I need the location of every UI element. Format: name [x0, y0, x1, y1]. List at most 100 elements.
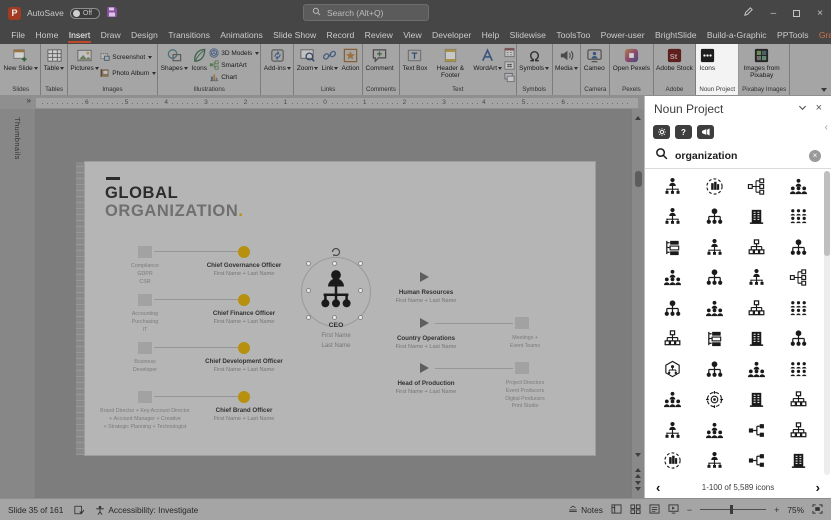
- ribbon-button-text-box[interactable]: Text Box: [401, 45, 429, 85]
- noun-icon-org-bars[interactable]: [735, 324, 777, 355]
- slide-title-line1[interactable]: GLOBAL: [105, 184, 178, 203]
- panel-scroll-thumb[interactable]: [824, 171, 830, 256]
- selection-handle[interactable]: [358, 288, 363, 293]
- zoom-slider[interactable]: [700, 509, 766, 510]
- slide-number-icon[interactable]: [504, 60, 515, 71]
- noun-icon-flow-right[interactable]: [735, 415, 777, 446]
- ribbon-button-smartart[interactable]: SmartArt: [209, 60, 259, 70]
- noun-icon-team-pyramid[interactable]: [777, 171, 819, 202]
- next-page-chevron[interactable]: ›: [816, 481, 820, 494]
- ribbon-button-cameo[interactable]: Cameo: [582, 45, 606, 85]
- ribbon-button-action[interactable]: Action: [340, 45, 361, 85]
- fit-slide-to-window-button[interactable]: [812, 504, 823, 516]
- noun-icon-group-chart[interactable]: [735, 354, 777, 385]
- menu-tab-slide-show[interactable]: Slide Show: [268, 26, 321, 44]
- menu-tab-home[interactable]: Home: [30, 26, 63, 44]
- menu-tab-power-user[interactable]: Power-user: [595, 26, 649, 44]
- noun-icon-org-boxes[interactable]: [735, 232, 777, 263]
- noun-icon-network-tree[interactable]: [693, 202, 735, 233]
- ribbon-button-header-footer[interactable]: Header & Footer: [429, 45, 472, 85]
- menu-tab-build-a-graphic[interactable]: Build-a-Graphic: [702, 26, 772, 44]
- ribbon-button-icons[interactable]: Icons: [697, 45, 717, 85]
- noun-icon-people-network[interactable]: [777, 293, 819, 324]
- help-button[interactable]: ?: [675, 125, 692, 139]
- scroll-down-arrow[interactable]: [635, 453, 641, 460]
- ribbon-button-symbols[interactable]: Symbols: [518, 45, 551, 85]
- menu-tab-animations[interactable]: Animations: [215, 26, 268, 44]
- selection-handle[interactable]: [306, 261, 311, 266]
- officer-title[interactable]: Chief Governance Officer: [184, 262, 304, 269]
- noun-icon-growth-team[interactable]: [651, 385, 693, 416]
- next-slide-button-2[interactable]: [635, 487, 641, 494]
- team-box[interactable]: [515, 317, 529, 329]
- ribbon-button-adobe-stock[interactable]: StAdobe Stock: [655, 45, 695, 85]
- menu-tab-slidewise[interactable]: Slidewise: [504, 26, 551, 44]
- menu-tab-draw[interactable]: Draw: [95, 26, 125, 44]
- noun-icon-list-horizontal[interactable]: [777, 263, 819, 294]
- menu-tab-transitions[interactable]: Transitions: [163, 26, 215, 44]
- officer-node-circle[interactable]: [238, 246, 250, 258]
- noun-icon-mini-nodes[interactable]: [777, 324, 819, 355]
- maximize-button[interactable]: [793, 10, 800, 17]
- selection-handle[interactable]: [358, 261, 363, 266]
- department-box[interactable]: [138, 246, 152, 258]
- slide-indicator[interactable]: Slide 35 of 161: [8, 505, 63, 515]
- ribbon-button-new-slide[interactable]: New Slide: [2, 45, 39, 85]
- normal-view-button[interactable]: [611, 504, 622, 516]
- ribbon-button-pictures[interactable]: Pictures: [69, 45, 100, 85]
- previous-slide-button-2[interactable]: [635, 471, 641, 478]
- save-icon[interactable]: [106, 6, 118, 20]
- noun-icon-hexagon-org[interactable]: [651, 354, 693, 385]
- noun-icon-circle-tree[interactable]: [693, 354, 735, 385]
- noun-icon-dot-network[interactable]: [693, 263, 735, 294]
- role-marker-triangle[interactable]: [420, 318, 429, 328]
- selection-handle[interactable]: [358, 315, 363, 320]
- menu-tab-graphics-format[interactable]: Graphics Format: [814, 26, 831, 44]
- selection-handle[interactable]: [306, 288, 311, 293]
- noun-icon-org-chart-person[interactable]: [651, 171, 693, 202]
- zoom-in-button[interactable]: +: [774, 505, 779, 515]
- noun-icon-unit-boxes[interactable]: [651, 324, 693, 355]
- minimize-button[interactable]: –: [771, 8, 777, 19]
- officer-name[interactable]: First Name + Last Name: [361, 344, 491, 350]
- noun-icon-person-node[interactable]: [693, 446, 735, 477]
- team-labels[interactable]: Project DirectorsEvent ProducersDigital …: [493, 380, 557, 411]
- officer-name[interactable]: First Name + Last Name: [361, 389, 491, 395]
- menu-tab-view[interactable]: View: [398, 26, 427, 44]
- menu-tab-pptools[interactable]: PPTools: [772, 26, 814, 44]
- noun-icon-team-hierarchy[interactable]: [693, 293, 735, 324]
- noun-icon-corporate-building[interactable]: [735, 202, 777, 233]
- search-box[interactable]: Search (Alt+Q): [303, 4, 429, 21]
- scroll-thumb[interactable]: [635, 171, 642, 187]
- officer-title[interactable]: Human Resources: [361, 289, 491, 296]
- noun-icon-person-divisions[interactable]: [735, 263, 777, 294]
- role-marker-triangle[interactable]: [420, 272, 429, 282]
- ribbon-button-wordart[interactable]: WordArt: [472, 45, 504, 85]
- noun-icon-person-podium[interactable]: [651, 415, 693, 446]
- ribbon-button-media[interactable]: Media: [554, 45, 580, 85]
- noun-icon-filled-node-tree[interactable]: [651, 293, 693, 324]
- ribbon-button-add-ins[interactable]: Add-ins: [262, 45, 292, 85]
- zoom-level[interactable]: 75%: [787, 505, 804, 515]
- ribbon-button-comment[interactable]: Comment: [364, 45, 395, 85]
- menu-tab-brightslide[interactable]: BrightSlide: [650, 26, 702, 44]
- noun-icon-hierarchy-horizontal[interactable]: [735, 171, 777, 202]
- ceo-first-name[interactable]: First Name: [296, 333, 376, 339]
- menu-tab-file[interactable]: File: [6, 26, 30, 44]
- collapse-ribbon-chevron[interactable]: [821, 88, 827, 92]
- noun-icon-target-org[interactable]: [693, 385, 735, 416]
- slide-canvas[interactable]: GLOBALORGANIZATION.ComplianceGDPRCSRChie…: [85, 162, 595, 455]
- ribbon-button-open-pexels[interactable]: Open Pexels: [611, 45, 651, 85]
- accessibility-status[interactable]: Accessibility: Investigate: [95, 505, 198, 515]
- search-input-value[interactable]: organization: [675, 150, 802, 162]
- noun-icon-node-tree-small[interactable]: [777, 232, 819, 263]
- panel-scrollbar[interactable]: [824, 171, 830, 475]
- ceo-last-name[interactable]: Last Name: [296, 343, 376, 349]
- ribbon-button-table[interactable]: Table: [42, 45, 66, 85]
- settings-gear-button[interactable]: [653, 125, 670, 139]
- clear-search-button[interactable]: ×: [809, 150, 821, 162]
- team-labels[interactable]: Meetings +Event Teams: [493, 335, 557, 351]
- menu-tab-design[interactable]: Design: [126, 26, 163, 44]
- ribbon-button-chart[interactable]: Chart: [209, 72, 259, 82]
- date-time-icon[interactable]: [504, 47, 515, 58]
